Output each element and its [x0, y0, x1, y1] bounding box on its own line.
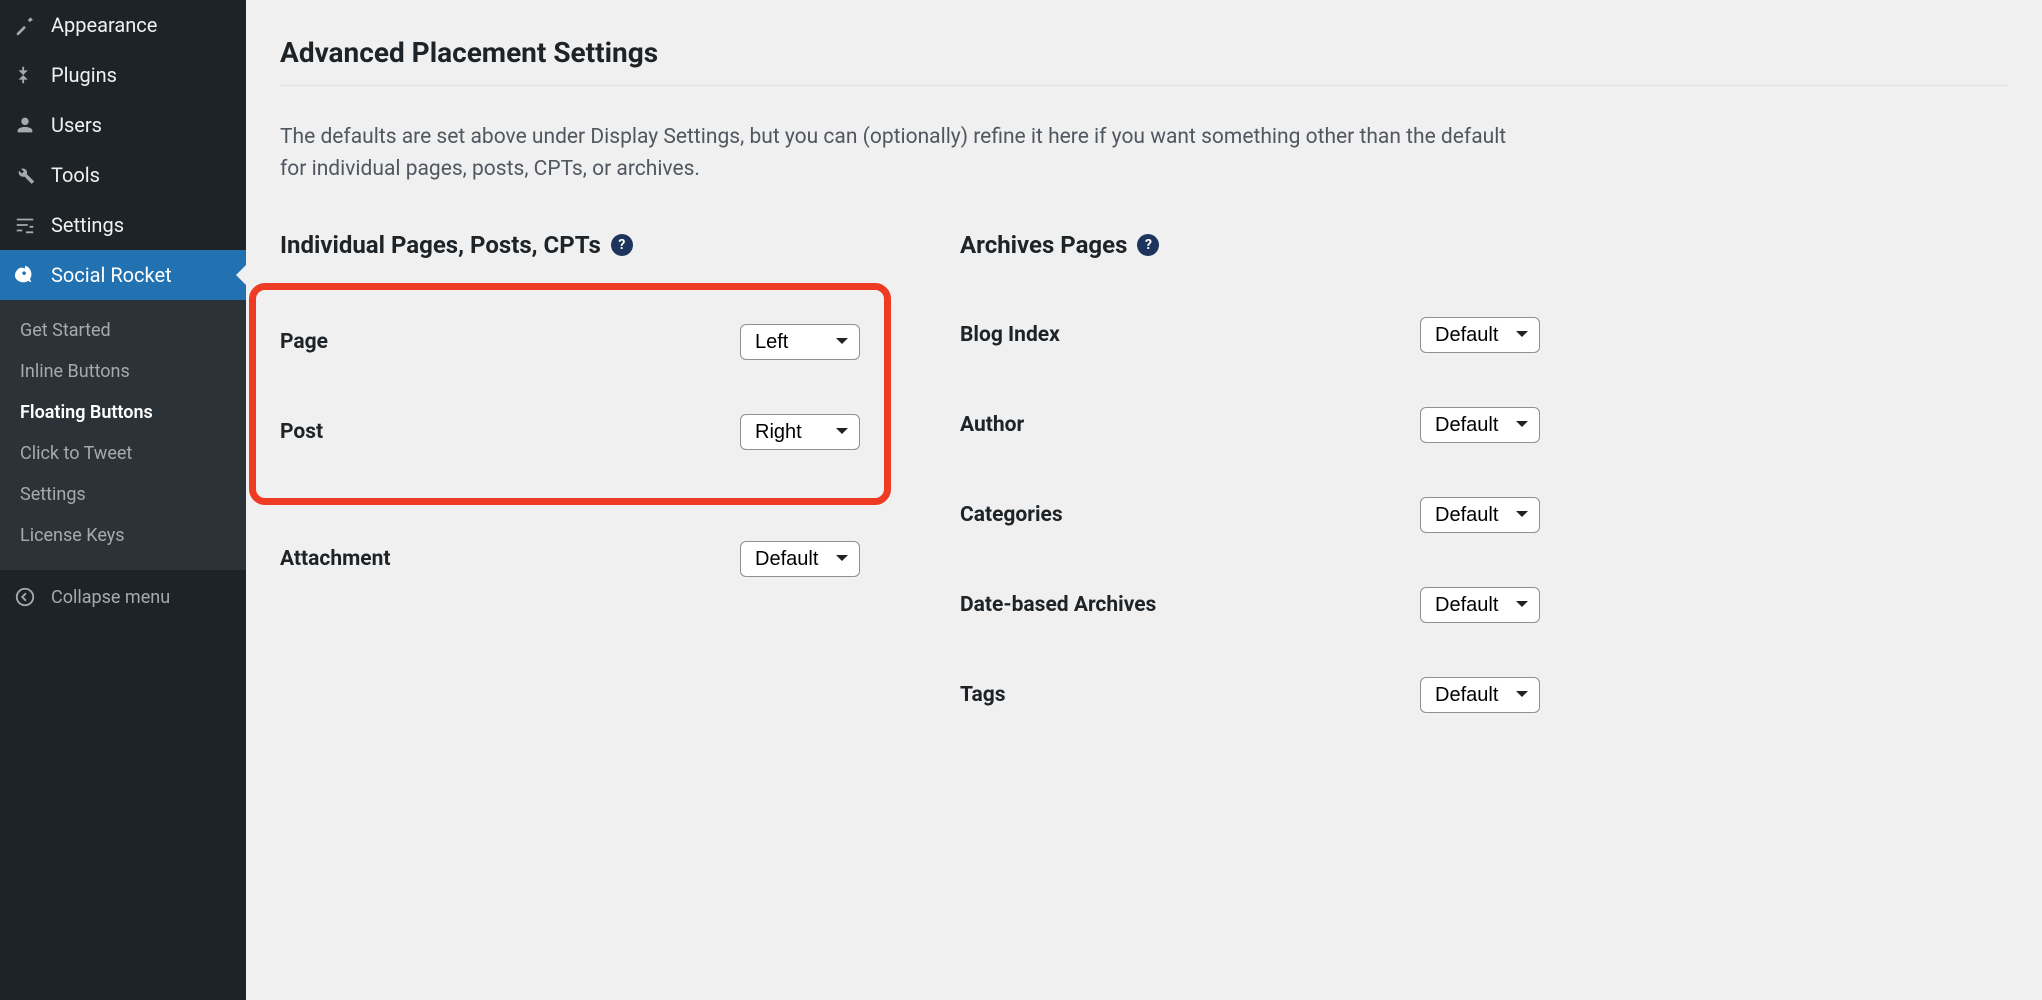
sidebar-item-label: Settings — [51, 213, 124, 237]
sidebar-item-plugins[interactable]: Plugins — [0, 50, 246, 100]
setting-label: Categories — [960, 503, 1063, 527]
sidebar-item-label: Plugins — [51, 63, 117, 87]
section-heading-label: Archives Pages — [960, 231, 1127, 259]
setting-row-attachment: Attachment DefaultLeftRight — [280, 529, 860, 589]
submenu-item-floating-buttons[interactable]: Floating Buttons — [0, 392, 246, 433]
sidebar-item-label: Users — [51, 113, 102, 137]
submenu-item-get-started[interactable]: Get Started — [0, 310, 246, 351]
sidebar-item-appearance[interactable]: Appearance — [0, 0, 246, 50]
appearance-icon — [12, 12, 38, 38]
tools-icon — [12, 162, 38, 188]
setting-row-categories: Categories DefaultLeftRight — [960, 485, 1540, 545]
select-attachment-position[interactable]: DefaultLeftRight — [740, 541, 860, 577]
intro-text: The defaults are set above under Display… — [280, 122, 1520, 185]
setting-row-author: Author DefaultLeftRight — [960, 395, 1540, 455]
sidebar-item-social-rocket[interactable]: Social Rocket — [0, 250, 246, 300]
select-tags-position[interactable]: DefaultLeftRight — [1420, 677, 1540, 713]
setting-row-post: Post DefaultLeftRight — [280, 402, 860, 462]
setting-row-blog-index: Blog Index DefaultLeftRight — [960, 305, 1540, 365]
section-heading-archives: Archives Pages ? — [960, 231, 1540, 259]
submenu-item-license-keys[interactable]: License Keys — [0, 515, 246, 556]
select-blog-index-position[interactable]: DefaultLeftRight — [1420, 317, 1540, 353]
plugins-icon — [12, 62, 38, 88]
setting-row-page: Page DefaultLeftRight — [280, 312, 860, 372]
sidebar-item-tools[interactable]: Tools — [0, 150, 246, 200]
setting-label: Date-based Archives — [960, 593, 1156, 617]
setting-label: Blog Index — [960, 323, 1060, 347]
archives-section: Archives Pages ? Blog Index DefaultLeftR… — [960, 231, 1540, 755]
main-content: Advanced Placement Settings The defaults… — [246, 0, 2042, 1000]
rocket-icon — [12, 262, 38, 288]
setting-label: Author — [960, 413, 1024, 437]
individual-posts-section: Individual Pages, Posts, CPTs ? Page Def… — [280, 231, 860, 619]
setting-row-date-archives: Date-based Archives DefaultLeftRight — [960, 575, 1540, 635]
setting-label: Attachment — [280, 547, 391, 571]
sidebar-item-settings[interactable]: Settings — [0, 200, 246, 250]
setting-label: Tags — [960, 683, 1006, 707]
submenu-item-click-to-tweet[interactable]: Click to Tweet — [0, 433, 246, 474]
section-heading-label: Individual Pages, Posts, CPTs — [280, 231, 601, 259]
select-page-position[interactable]: DefaultLeftRight — [740, 324, 860, 360]
help-icon[interactable]: ? — [1137, 234, 1159, 256]
sidebar-item-label: Social Rocket — [51, 263, 172, 287]
setting-row-tags: Tags DefaultLeftRight — [960, 665, 1540, 725]
highlighted-settings-box: Page DefaultLeftRight Post DefaultLeftRi… — [249, 283, 891, 505]
page-title: Advanced Placement Settings — [280, 36, 2008, 69]
users-icon — [12, 112, 38, 138]
sidebar-item-users[interactable]: Users — [0, 100, 246, 150]
submenu-item-inline-buttons[interactable]: Inline Buttons — [0, 351, 246, 392]
submenu-item-settings[interactable]: Settings — [0, 474, 246, 515]
section-heading-individual: Individual Pages, Posts, CPTs ? — [280, 231, 860, 259]
collapse-menu-button[interactable]: Collapse menu — [0, 570, 246, 624]
collapse-icon — [12, 584, 38, 610]
collapse-label: Collapse menu — [51, 587, 170, 608]
select-date-archives-position[interactable]: DefaultLeftRight — [1420, 587, 1540, 623]
select-author-position[interactable]: DefaultLeftRight — [1420, 407, 1540, 443]
sidebar-item-label: Appearance — [51, 13, 157, 37]
sidebar-item-label: Tools — [51, 163, 100, 187]
setting-label: Post — [280, 420, 323, 444]
divider — [280, 85, 2008, 86]
sidebar-submenu: Get Started Inline Buttons Floating Butt… — [0, 300, 246, 570]
setting-label: Page — [280, 330, 328, 354]
select-categories-position[interactable]: DefaultLeftRight — [1420, 497, 1540, 533]
admin-sidebar: Appearance Plugins Users Tools Settings … — [0, 0, 246, 1000]
settings-icon — [12, 212, 38, 238]
help-icon[interactable]: ? — [611, 234, 633, 256]
select-post-position[interactable]: DefaultLeftRight — [740, 414, 860, 450]
